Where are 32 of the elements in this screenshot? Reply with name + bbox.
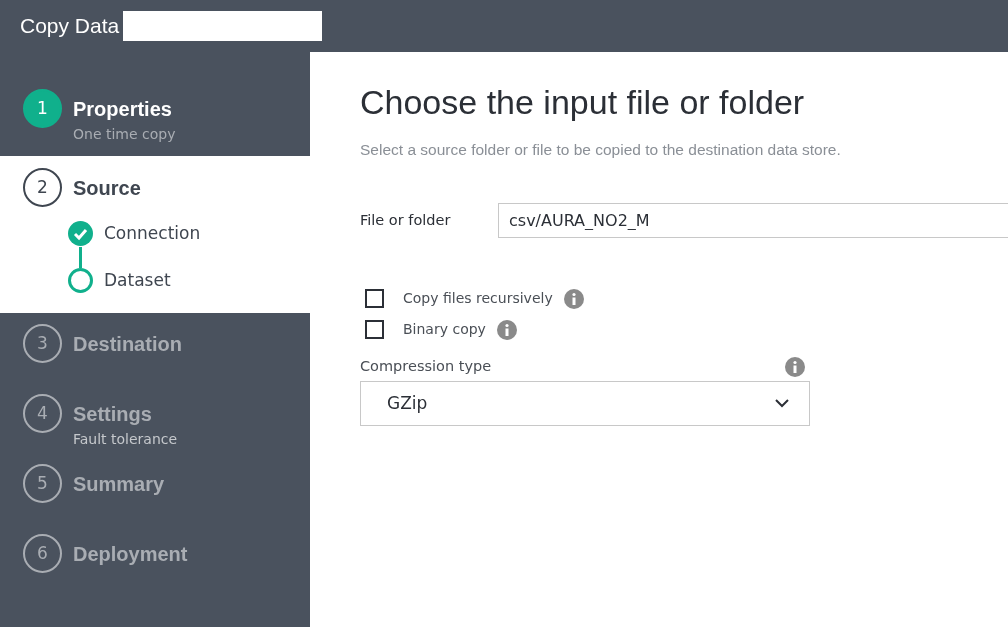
info-icon[interactable] (496, 319, 517, 340)
step-label: Source (73, 175, 141, 201)
file-folder-input[interactable]: csv/AURA_NO2_M (498, 203, 1008, 239)
step-number: 3 (23, 324, 62, 363)
chevron-down-icon (775, 399, 789, 408)
step-number: 5 (23, 464, 62, 503)
step-subtitle: One time copy (73, 125, 177, 144)
substep-label[interactable]: Dataset (104, 267, 171, 293)
info-icon[interactable] (785, 357, 805, 378)
checkbox[interactable] (365, 320, 384, 340)
checkbox-label[interactable]: Binary copy (403, 319, 486, 341)
page-heading: Choose the input file or folder (360, 82, 806, 123)
checkbox-label[interactable]: Copy files recursively (403, 288, 553, 310)
window-title: Copy Data (20, 13, 120, 40)
checkbox[interactable] (365, 289, 384, 309)
step-label: Destination (73, 331, 182, 357)
step-number: 6 (23, 534, 62, 573)
substep-label[interactable]: Connection (104, 221, 201, 247)
field-label: Compression type (360, 357, 492, 377)
step-label: Settings (73, 401, 152, 427)
step-subtitle: Fault tolerance (73, 430, 179, 449)
compression-dropdown[interactable]: GZip (360, 381, 810, 426)
wizard-step[interactable]: 2 Source Connection Dataset (0, 156, 310, 313)
step-number: 1 (23, 89, 62, 128)
info-icon[interactable] (563, 288, 584, 309)
page-description: Select a source folder or file to be copied to the destination data store. (360, 140, 842, 160)
step-number: 4 (23, 394, 62, 433)
step-number: 2 (23, 168, 62, 207)
step-label: Summary (73, 471, 165, 497)
step-label: Deployment (73, 541, 188, 567)
step-label: Properties (73, 96, 172, 122)
field-label: File or folder (360, 210, 452, 230)
